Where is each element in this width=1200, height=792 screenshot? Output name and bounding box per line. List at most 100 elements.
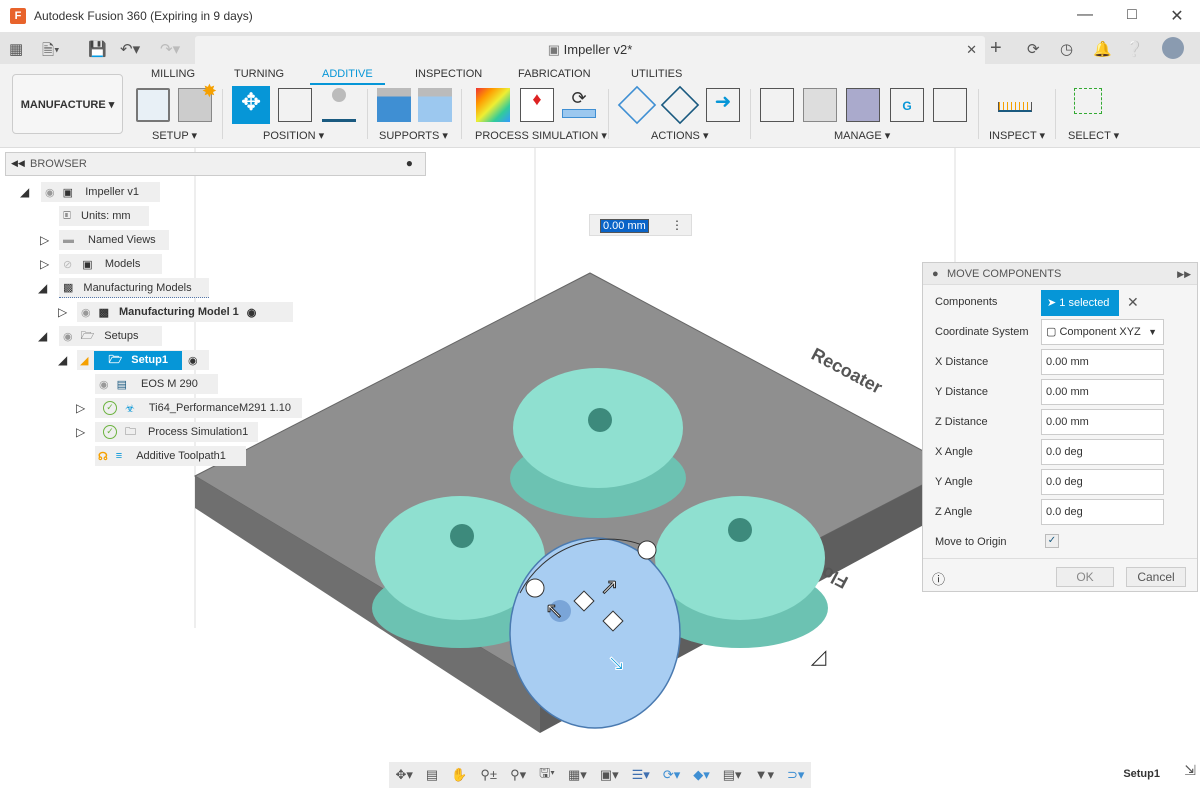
viewports-icon[interactable]: ▣▾ [600,767,619,783]
new-tab-button[interactable]: + [990,37,1002,60]
actions-group[interactable]: ACTIONS ▾ [651,129,708,142]
rotate-handle[interactable] [525,578,545,598]
x-distance-input[interactable]: 0.00 mm [1041,349,1164,375]
position-group[interactable]: POSITION ▾ [263,129,324,142]
toolpath-view-icon[interactable]: ⊃▾ [787,767,804,783]
undo-icon[interactable]: ↶▾ [120,40,140,58]
help-icon[interactable]: ❔ [1125,40,1144,58]
expand-icon[interactable]: ▷ [76,425,85,439]
activate-radio-icon[interactable]: ◉ [247,306,257,319]
minimize-button[interactable]: — [1070,6,1100,24]
activate-radio-icon[interactable]: ◉ [188,354,198,367]
tree-item-units[interactable]: 🗉 Units: mm [59,206,149,226]
machine-icon[interactable] [846,88,880,122]
tab-additive[interactable]: ADDITIVE [310,68,385,85]
eye-icon[interactable]: ◉ [63,330,73,343]
collapse-dialog-icon[interactable]: ● [932,263,939,285]
tree-item-machine[interactable]: ◉ ▤ EOS M 290 [95,374,218,394]
display-settings-icon[interactable]: 🖫▾ [539,764,555,786]
process-simulation-icon[interactable] [476,88,510,122]
expand-icon[interactable]: ▷ [40,257,49,271]
expand-icon[interactable]: ▷ [76,401,85,415]
notifications-icon[interactable]: 🔔 [1093,40,1112,58]
minimize-browser-icon[interactable]: ● [406,156,413,170]
move-arrow-icon[interactable]: ↘ [607,650,626,676]
refresh-icon[interactable]: ⟳▾ [663,767,680,783]
browser-header[interactable]: ◀◀ BROWSER ● [5,152,426,176]
move-arrow-icon[interactable]: ↖ [545,598,564,624]
distance-input-overlay[interactable]: 0.00 mm ⋮ [589,214,692,236]
expand-icon[interactable]: ▷ [40,233,49,247]
look-at-icon[interactable]: ▤ [426,767,438,783]
create-manufacturing-model-icon[interactable]: ✸ [178,81,217,122]
selected-setup[interactable]: 🗁 Setup1 [94,350,182,370]
section-icon[interactable]: ☰▾ [632,767,650,783]
grid-icon[interactable]: ▦▾ [568,767,587,783]
setup-group[interactable]: SETUP ▾ [152,129,197,142]
z-distance-input[interactable]: 0.00 mm [1041,409,1164,435]
apps-grid-icon[interactable]: ▦ [9,40,23,58]
place-on-platform-icon[interactable] [322,88,356,122]
machine-library-icon[interactable] [760,88,794,122]
coordinate-system-select[interactable]: ▢ Component XYZ ▼ [1041,319,1164,345]
cancel-button[interactable]: Cancel [1126,567,1186,587]
components-selection-button[interactable]: ➤ 1 selected [1041,290,1119,316]
tree-item-models[interactable]: ⊘ ▣ Models [59,254,162,274]
place-parts-icon[interactable] [278,88,312,122]
collapse-browser-icon[interactable]: ◀◀ [11,158,25,169]
tree-item-named-views[interactable]: ▬ Named Views [59,230,169,250]
tree-item-manufacturing-model-1[interactable]: ◉ ▩ Manufacturing Model 1 ◉ [77,302,293,322]
expand-icon[interactable]: ▷ [58,305,67,319]
collapse-icon[interactable]: ◢ [58,353,67,367]
tree-item-process-simulation[interactable]: ✓ 🗀 Process Simulation1 [95,422,258,442]
post-library-icon[interactable] [933,88,967,122]
tab-fabrication[interactable]: FABRICATION [518,68,591,80]
close-tab-icon[interactable]: ✕ [966,36,977,64]
supports-group[interactable]: SUPPORTS ▾ [379,129,448,142]
eye-icon[interactable]: ◉ [99,378,109,391]
process-simulation-group[interactable]: PROCESS SIMULATION ▾ [475,129,607,142]
selected-impeller-part[interactable] [509,537,681,729]
tree-item-manufacturing-models[interactable]: ▩ Manufacturing Models [59,278,209,298]
file-menu-icon[interactable]: 🗎▾ [42,40,60,65]
machine-view-icon[interactable]: ▤▾ [723,767,742,783]
impeller-part[interactable] [510,368,686,518]
move-to-origin-checkbox[interactable]: ✓ [1045,534,1059,548]
tree-item-setups[interactable]: ◉ 🗁 Setups [59,326,162,346]
tab-turning[interactable]: TURNING [234,68,284,80]
simulate-toolpath-icon[interactable] [660,85,700,125]
inspect-group[interactable]: INSPECT ▾ [989,129,1045,142]
job-status-icon[interactable]: ◷ [1060,40,1073,58]
zoom-icon[interactable]: ⚲± [480,767,497,783]
close-window-button[interactable]: ✕ [1162,6,1192,26]
extensions-icon[interactable]: ⟳ [1027,40,1040,58]
tree-item-print-setting[interactable]: ✓ ☣ Ti64_PerformanceM291 1.10 [95,398,302,418]
bar-support-icon[interactable] [418,88,452,122]
window-select-icon[interactable] [1074,88,1102,114]
collapse-icon[interactable]: ◢ [20,185,29,199]
user-avatar[interactable] [1162,37,1184,59]
tab-milling[interactable]: MILLING [151,68,195,80]
eye-hidden-icon[interactable]: ⊘ [63,258,72,271]
expand-dialog-icon[interactable]: ▶▶ [1177,263,1191,285]
pan-icon[interactable]: ✋ [451,767,467,783]
layers-icon[interactable]: ◆▾ [693,767,710,783]
collapse-icon[interactable]: ◢ [38,329,47,343]
tool-library-icon[interactable] [803,88,837,122]
manage-group[interactable]: MANAGE ▾ [834,129,890,142]
post-process-icon[interactable]: ➜ [706,88,740,122]
ok-button[interactable]: OK [1056,567,1114,587]
workspace-switcher[interactable]: MANUFACTURE ▾ [12,74,123,134]
rotate-handle[interactable] [637,540,657,560]
redo-icon[interactable]: ↷▾ [160,40,180,58]
y-distance-input[interactable]: 0.00 mm [1041,379,1164,405]
volume-support-icon[interactable] [377,88,411,122]
new-setup-icon[interactable] [136,88,170,122]
z-angle-input[interactable]: 0.0 deg [1041,499,1164,525]
tree-item-setup1[interactable]: ◢ 🗁 Setup1 ◉ [77,350,209,370]
refresh-simulation-icon[interactable]: ⟳ [562,88,596,122]
tab-utilities[interactable]: UTILITIES [631,68,682,80]
clear-selection-icon[interactable]: ✕ [1127,294,1139,311]
maximize-button[interactable]: □ [1117,6,1147,24]
simulation-report-icon[interactable]: ♦ [520,88,554,122]
